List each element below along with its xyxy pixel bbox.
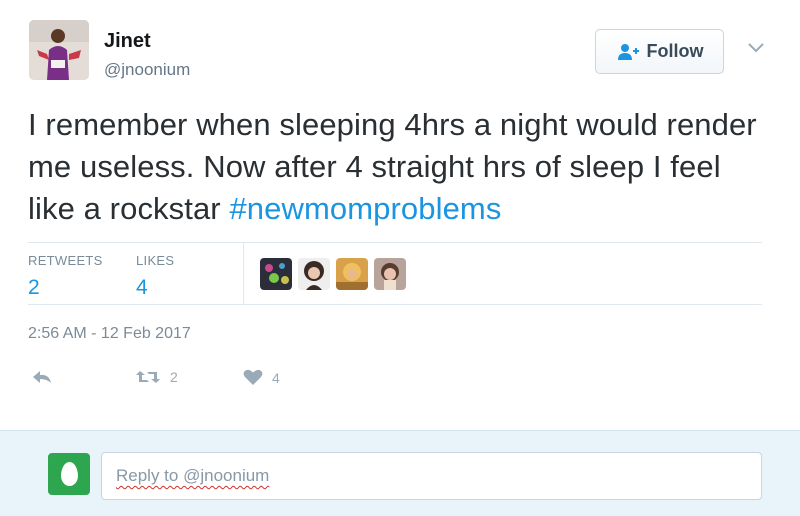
liker-avatar[interactable] (374, 258, 406, 290)
likers-avatars (260, 258, 406, 290)
user-avatar[interactable] (29, 20, 89, 80)
heart-icon (243, 369, 263, 385)
retweets-count: 2 (28, 276, 40, 299)
reply-icon (33, 371, 51, 383)
tweet-text: I remember when sleeping 4hrs a night wo… (28, 104, 768, 230)
reply-input[interactable]: Reply to @jnoonium (101, 452, 762, 500)
likes-stat[interactable]: LIKES 4 (136, 253, 174, 300)
stats-separator (243, 243, 244, 304)
egg-avatar-icon (48, 453, 90, 495)
liker-avatar[interactable] (260, 258, 292, 290)
reply-area: Reply to @jnoonium (0, 430, 800, 516)
reply-button[interactable] (31, 369, 53, 385)
retweets-stat[interactable]: RETWEETS 2 (28, 253, 103, 300)
retweet-count: 2 (170, 369, 178, 385)
chevron-down-icon[interactable] (747, 42, 765, 54)
divider-bottom (28, 304, 762, 305)
retweets-label: RETWEETS (28, 253, 103, 268)
liker-avatar[interactable] (336, 258, 368, 290)
user-handle[interactable]: @jnoonium (104, 60, 190, 80)
hashtag-link[interactable]: #newmomproblems (229, 191, 501, 226)
likes-count: 4 (136, 276, 148, 299)
tweet-card: Jinet @jnoonium Follow I remember when s… (0, 0, 800, 430)
tweet-timestamp[interactable]: 2:56 AM - 12 Feb 2017 (28, 325, 191, 343)
follow-button-label: Follow (646, 41, 704, 61)
follow-button[interactable]: Follow (595, 29, 724, 74)
like-button[interactable]: 4 (243, 369, 280, 386)
retweet-button[interactable]: 2 (135, 369, 178, 385)
likes-label: LIKES (136, 253, 175, 268)
user-name[interactable]: Jinet (104, 30, 151, 53)
liker-avatar[interactable] (298, 258, 330, 290)
follow-user-icon (617, 43, 639, 60)
retweet-icon (136, 371, 160, 383)
like-count: 4 (272, 369, 280, 386)
divider-top (28, 242, 762, 243)
